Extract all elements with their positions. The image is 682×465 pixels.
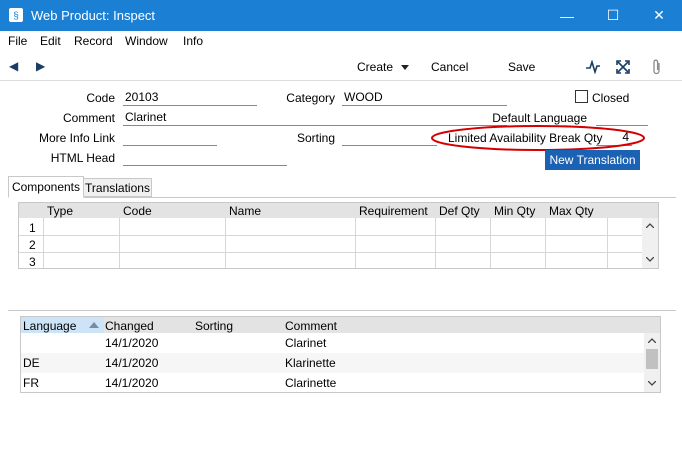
row-language: DE: [23, 356, 40, 370]
row-changed: 14/1/2020: [105, 376, 159, 390]
menu-info[interactable]: Info: [183, 34, 203, 48]
sorting-label: Sorting: [296, 131, 335, 145]
closed-label: Closed: [592, 91, 630, 105]
table-row[interactable]: 14/1/2020 Clarinet: [21, 333, 644, 353]
comment-label: Comment: [62, 111, 115, 125]
menu-bar: File Edit Record Window Info: [0, 31, 682, 51]
section-divider: [8, 310, 676, 311]
form-area: Code 20103 Category WOOD Closed Comment …: [0, 81, 682, 465]
close-button[interactable]: ✕: [636, 0, 682, 31]
row-number: 3: [29, 255, 36, 269]
column-header-def-qty[interactable]: Def Qty: [439, 204, 480, 218]
column-header-name[interactable]: Name: [229, 204, 261, 218]
column-divider: [490, 218, 491, 268]
scroll-down-icon[interactable]: [646, 257, 654, 262]
table-row[interactable]: DE 14/1/2020 Klarinette: [21, 353, 644, 373]
expand-icon[interactable]: [616, 60, 630, 74]
default-language-label: Default Language: [492, 111, 587, 125]
column-header-sorting[interactable]: Sorting: [195, 319, 233, 333]
tab-components[interactable]: Components: [8, 176, 84, 198]
closed-checkbox[interactable]: [575, 90, 588, 103]
column-header-type[interactable]: Type: [47, 204, 73, 218]
menu-edit[interactable]: Edit: [40, 34, 61, 48]
scrollbar-thumb[interactable]: [646, 349, 658, 369]
sort-ascending-icon: [89, 322, 99, 328]
next-record-icon[interactable]: ▶: [36, 59, 45, 73]
column-divider: [545, 218, 546, 268]
column-header-min-qty[interactable]: Min Qty: [494, 204, 535, 218]
html-head-label: HTML Head: [50, 151, 115, 165]
column-header-changed[interactable]: Changed: [105, 319, 154, 333]
column-header-comment[interactable]: Comment: [285, 319, 337, 333]
column-header-max-qty[interactable]: Max Qty: [549, 204, 594, 218]
language-header-label: Language: [23, 319, 77, 333]
tab-translations[interactable]: Translations: [84, 178, 152, 197]
category-field[interactable]: WOOD: [342, 90, 507, 106]
toolbar: ◀ ▶ Create Cancel Save: [0, 51, 682, 81]
maximize-button[interactable]: ☐: [590, 0, 636, 31]
menu-file[interactable]: File: [8, 34, 27, 48]
app-icon: §: [9, 8, 23, 22]
create-label: Create: [357, 60, 394, 74]
create-button[interactable]: Create: [357, 60, 410, 74]
svg-text:§: §: [13, 11, 19, 22]
components-scrollbar[interactable]: [642, 218, 658, 268]
translations-grid: Language Changed Sorting Comment 14/1/20…: [20, 316, 661, 393]
window-title: Web Product: Inspect: [31, 8, 156, 23]
activity-icon[interactable]: [586, 60, 600, 74]
translations-scrollbar[interactable]: [644, 333, 660, 392]
more-info-link-field[interactable]: [123, 130, 217, 146]
code-label: Code: [86, 91, 115, 105]
row-changed: 14/1/2020: [105, 336, 159, 350]
column-divider: [435, 218, 436, 268]
column-header-requirement[interactable]: Requirement: [359, 204, 428, 218]
column-header-code[interactable]: Code: [123, 204, 152, 218]
save-button[interactable]: Save: [508, 60, 535, 74]
row-changed: 14/1/2020: [105, 356, 159, 370]
previous-record-icon[interactable]: ◀: [9, 59, 18, 73]
menu-window[interactable]: Window: [125, 34, 168, 48]
code-field[interactable]: 20103: [123, 90, 257, 106]
column-divider: [607, 218, 608, 268]
more-info-link-label: More Info Link: [38, 131, 115, 145]
scroll-up-icon[interactable]: [648, 338, 656, 343]
row-comment: Clarinet: [285, 336, 327, 350]
tab-divider: [8, 197, 676, 198]
row-comment: Klarinette: [285, 356, 336, 370]
highlight-ellipse: [431, 125, 645, 151]
sorting-field[interactable]: [342, 130, 437, 146]
menu-record[interactable]: Record: [74, 34, 113, 48]
table-row[interactable]: FR 14/1/2020 Clarinette: [21, 373, 644, 392]
attachment-icon[interactable]: [651, 59, 663, 75]
scroll-down-icon[interactable]: [648, 381, 656, 386]
minimize-button[interactable]: —: [544, 0, 590, 31]
new-translation-button[interactable]: New Translation: [545, 150, 640, 170]
column-divider: [355, 218, 356, 268]
title-bar: § Web Product: Inspect — ☐ ✕: [0, 0, 682, 31]
html-head-field[interactable]: [123, 150, 287, 166]
chevron-down-icon: [401, 65, 410, 71]
row-divider: [19, 252, 644, 253]
components-grid: Type Code Name Requirement Def Qty Min Q…: [18, 202, 659, 269]
category-label: Category: [286, 91, 335, 105]
column-divider: [225, 218, 226, 268]
row-number: 2: [29, 238, 36, 252]
cancel-button[interactable]: Cancel: [431, 60, 468, 74]
row-number: 1: [29, 221, 36, 235]
row-language: FR: [23, 376, 39, 390]
scroll-up-icon[interactable]: [646, 223, 654, 228]
column-divider: [119, 218, 120, 268]
column-divider: [43, 218, 44, 268]
row-comment: Clarinette: [285, 376, 337, 390]
column-header-language[interactable]: Language: [21, 317, 104, 333]
row-divider: [19, 235, 644, 236]
